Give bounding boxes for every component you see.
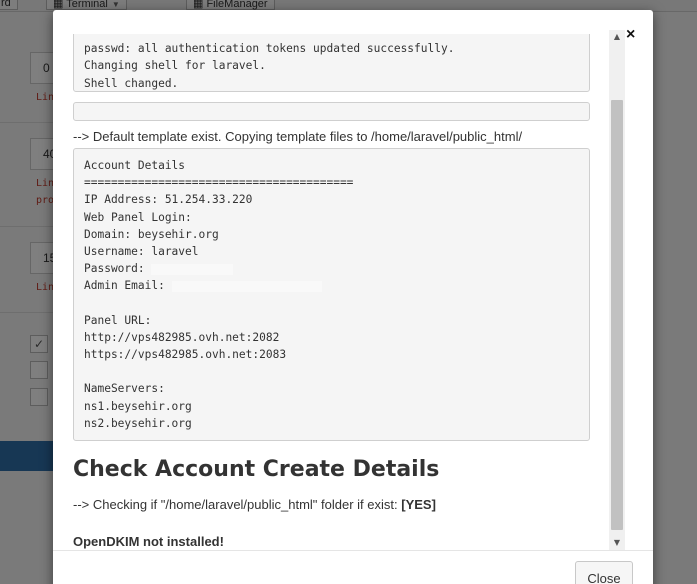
account-details-line: NameServers: [84,382,165,396]
modal-scrollbar[interactable]: ▲ ▼ [609,30,625,550]
close-icon[interactable]: × [626,26,635,44]
account-details-line: ======================================== [84,176,354,190]
redacted-password [151,263,234,275]
account-details-line: Panel URL: [84,313,152,327]
scroll-up-icon[interactable]: ▲ [609,30,625,44]
section-heading: Check Account Create Details [73,457,440,482]
password-label: Password: [84,262,152,276]
account-details-line: Username: laravel [84,244,199,258]
account-details-line: ns1.beysehir.org [84,399,192,413]
scroll-thumb[interactable] [611,100,623,530]
template-message: --> Default template exist. Copying temp… [73,129,523,144]
account-details-line: ns2.beysehir.org [84,416,192,430]
account-details-line [84,363,579,380]
shell-output-line: Changing shell for laravel. [84,59,266,73]
account-details-line: Web Panel Login: [84,210,192,224]
folder-check-text: --> Checking if "/home/laravel/public_ht… [73,497,402,512]
account-details-block: Account Details ========================… [73,148,590,441]
account-details-line: http://vps482985.ovh.net:2082 [84,330,280,344]
account-details-line: https://vps482985.ovh.net:2083 [84,348,287,362]
empty-output-block [73,102,590,121]
folder-check-result: [YES] [401,497,436,512]
password-line: Password: [84,260,579,277]
shell-output-line: Shell changed. [84,76,179,90]
account-create-modal: × passwd: all authentication tokens upda… [53,10,653,584]
admin-email-line: Admin Email: [84,277,579,294]
scroll-down-icon[interactable]: ▼ [609,536,625,550]
account-details-line: Account Details [84,159,186,172]
modal-body: passwd: all authentication tokens update… [53,34,625,550]
shell-output-block: passwd: all authentication tokens update… [73,34,590,92]
modal-footer-divider [53,550,653,551]
redacted-email [171,280,322,292]
account-details-line [84,295,579,312]
shell-output-line: passwd: all authentication tokens update… [84,42,455,56]
opendkim-message: OpenDKIM not installed! [73,534,224,549]
account-details-line: Domain: beysehir.org [84,227,219,241]
admin-email-label: Admin Email: [84,279,172,293]
folder-check-message: --> Checking if "/home/laravel/public_ht… [73,497,436,512]
close-button[interactable]: Close [575,561,633,584]
account-details-line: IP Address: 51.254.33.220 [84,193,253,207]
